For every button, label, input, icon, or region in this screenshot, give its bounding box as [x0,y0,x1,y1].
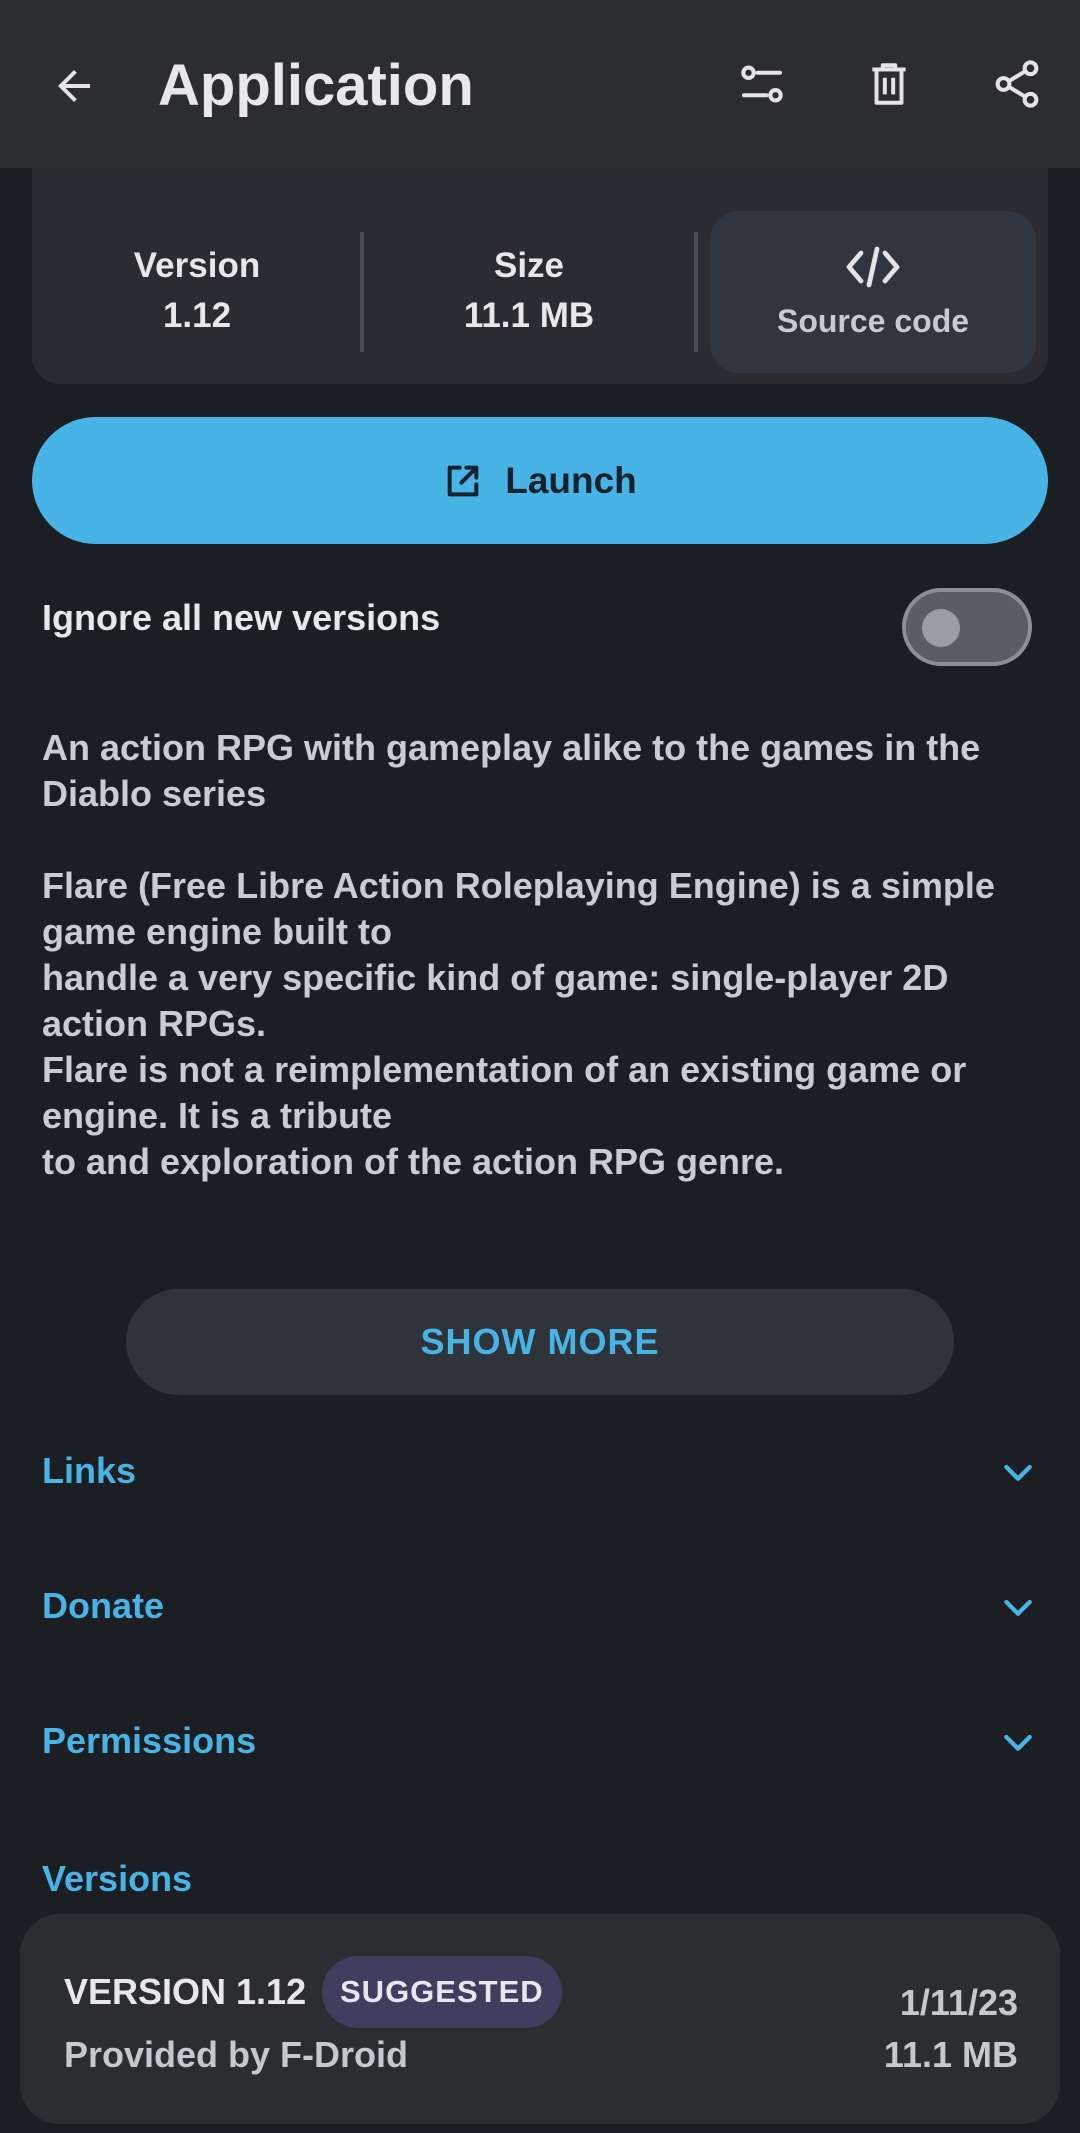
chevron-down-icon [998,1452,1038,1492]
permissions-section[interactable]: Permissions [42,1710,1038,1780]
divider [694,232,698,352]
version-size: 11.1 MB [883,2034,1018,2075]
share-icon[interactable] [985,52,1049,116]
source-code-label: Source code [776,302,970,339]
launch-label: Launch [505,459,637,501]
versions-heading: Versions [42,1858,193,1899]
suggested-badge: SUGGESTED [322,1956,562,2028]
back-arrow-icon[interactable] [42,54,106,118]
ignore-versions-row: Ignore all new versions [42,588,1038,672]
version-item[interactable]: VERSION 1.12 SUGGESTED Provided by F-Dro… [20,1914,1060,2124]
links-label: Links [42,1450,137,1491]
version-label: Version [133,246,261,285]
version-provider: Provided by F-Droid [64,2034,409,2075]
size-label: Size [493,246,565,285]
description-line: to and exploration of the action RPG gen… [42,1141,785,1182]
ignore-versions-toggle[interactable] [902,588,1032,666]
chevron-down-icon [998,1587,1038,1627]
donate-label: Donate [42,1585,165,1626]
version-date: 1/11/23 [899,1982,1018,2023]
description-line: handle a very specific kind of game: sin… [42,957,949,1044]
description-line: Flare (Free Libre Action Roleplaying Eng… [42,865,995,952]
open-external-icon [443,461,483,501]
size-info: Size 11.1 MB [364,246,694,336]
page-title: Application [158,53,474,118]
version-value: 1.12 [162,296,232,335]
code-icon [845,245,901,289]
version-name: VERSION 1.12 [64,1971,307,2012]
source-code-button[interactable]: Source code [710,211,1036,373]
links-section[interactable]: Links [42,1440,1038,1510]
trash-icon[interactable] [857,52,921,116]
top-app-bar: Application [0,0,1080,168]
ignore-versions-label: Ignore all new versions [42,597,441,638]
size-value: 11.1 MB [463,296,595,335]
donate-section[interactable]: Donate [42,1575,1038,1645]
toggle-knob [922,609,960,647]
settings-sliders-icon[interactable] [730,52,794,116]
launch-button[interactable]: Launch [32,417,1048,544]
show-more-button[interactable]: SHOW MORE [126,1289,954,1395]
version-info: Version 1.12 [32,246,362,336]
description-line: Flare is not a reimplementation of an ex… [42,1049,967,1136]
app-description: An action RPG with gameplay alike to the… [42,725,1042,1185]
description-summary: An action RPG with gameplay alike to the… [42,727,981,814]
chevron-down-icon [998,1722,1038,1762]
permissions-label: Permissions [42,1720,257,1761]
